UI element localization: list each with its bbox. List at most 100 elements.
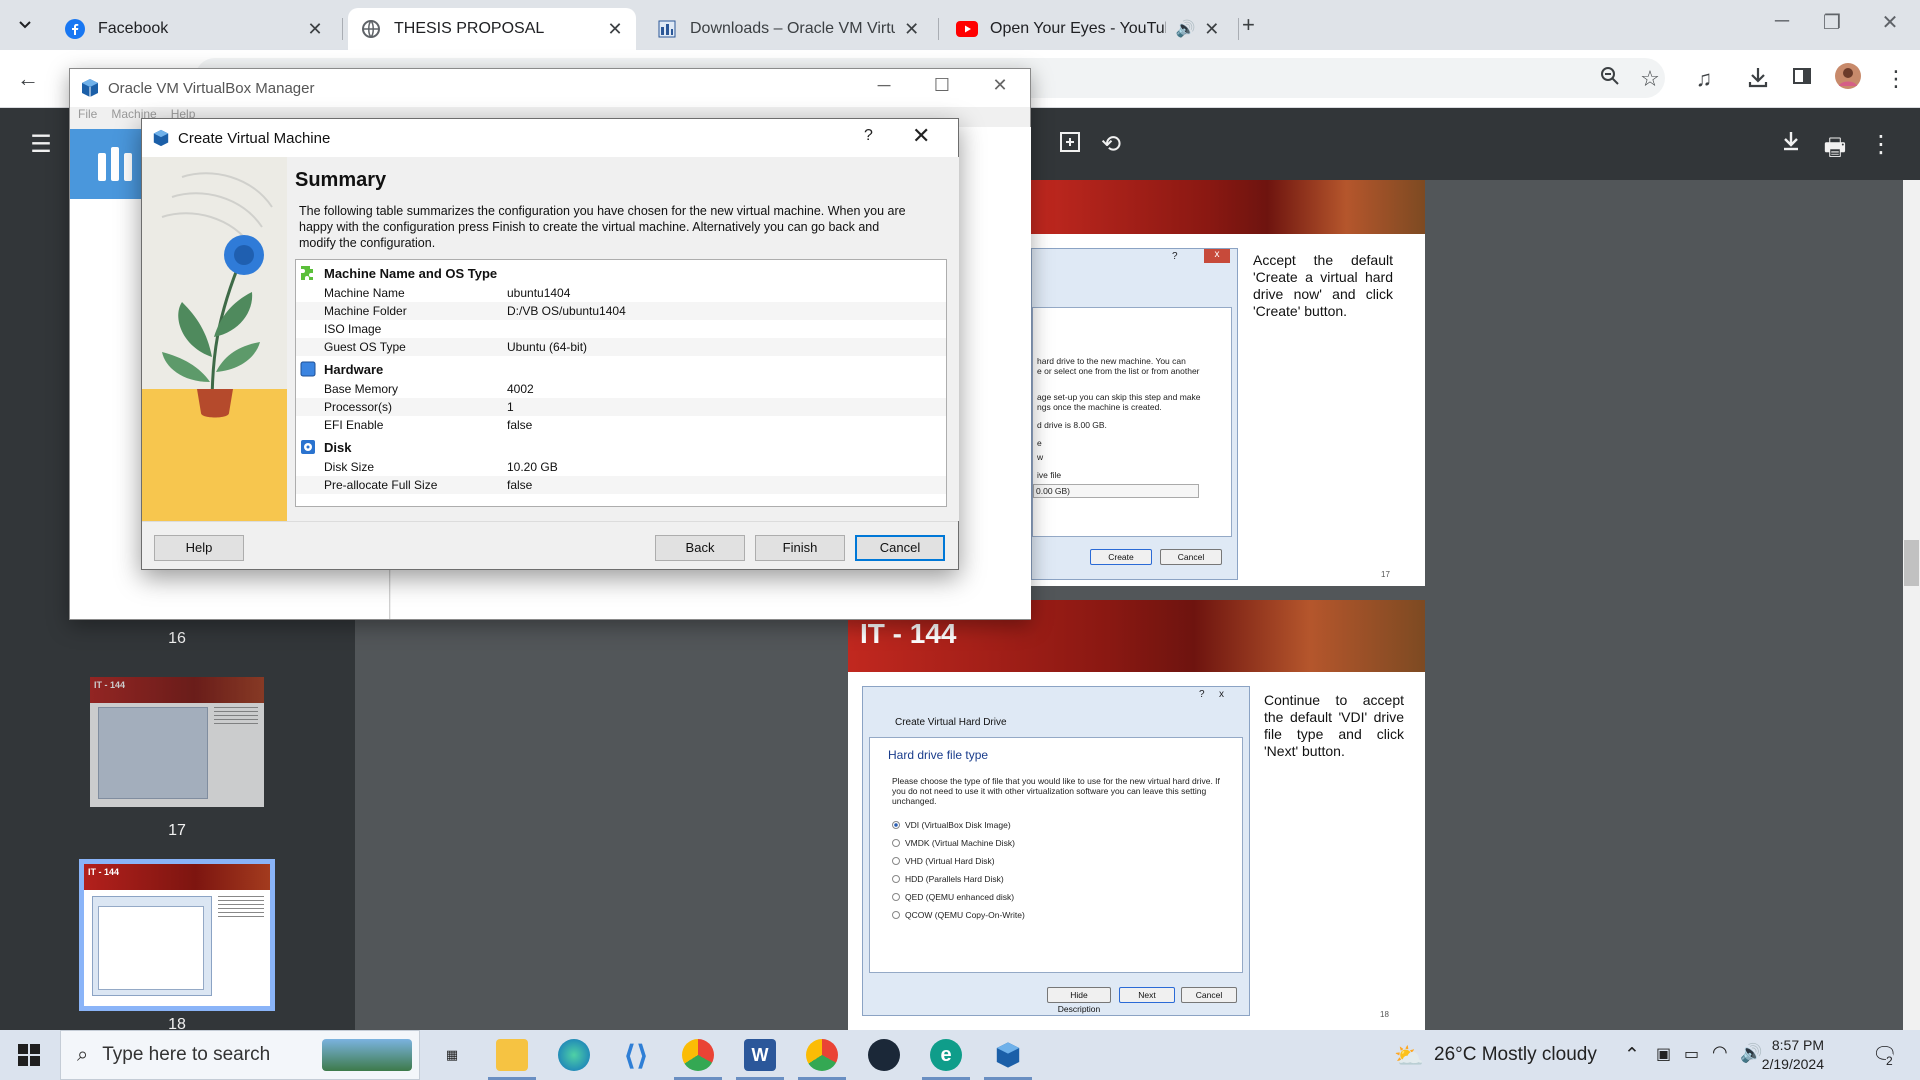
- virtualbox-taskbar-icon[interactable]: [984, 1039, 1032, 1080]
- close-icon: x: [1204, 249, 1230, 263]
- shot-dropdown: 0.00 GB): [1033, 484, 1199, 498]
- tab-divider: [1238, 18, 1239, 40]
- wifi-icon[interactable]: ◠: [1712, 1042, 1728, 1063]
- radio-icon: [892, 875, 900, 883]
- section-header-hardware: Hardware: [296, 358, 946, 380]
- help-button[interactable]: Help: [154, 535, 244, 561]
- shot-line: d drive is 8.00 GB.: [1037, 420, 1107, 430]
- radio-icon: [892, 839, 900, 847]
- back-button[interactable]: Back: [655, 535, 745, 561]
- finish-button[interactable]: Finish: [755, 535, 845, 561]
- close-tab-icon[interactable]: ✕: [306, 19, 324, 40]
- shot-radio-option: VDI (VirtualBox Disk Image): [892, 820, 1011, 830]
- shot-radio-option: QCOW (QEMU Copy-On-Write): [892, 910, 1025, 920]
- steam-icon[interactable]: [868, 1039, 900, 1071]
- vscode-icon[interactable]: ⟨⟩: [620, 1039, 652, 1071]
- chevron-up-icon[interactable]: ⌃: [1624, 1044, 1640, 1067]
- shot-line: e: [1037, 438, 1042, 448]
- word-icon[interactable]: W: [736, 1039, 784, 1080]
- puzzle-icon: [301, 266, 313, 280]
- file-explorer-icon[interactable]: [488, 1039, 536, 1080]
- pdf-download-icon[interactable]: [1776, 130, 1806, 159]
- tab-downloads[interactable]: Downloads – Oracle VM Virtual ✕: [644, 8, 932, 50]
- wizard-illustration: [142, 157, 287, 521]
- thumbnail-page-18[interactable]: IT - 144: [79, 859, 275, 1011]
- windows-start-icon[interactable]: [18, 1044, 40, 1066]
- cancel-button[interactable]: Cancel: [855, 535, 945, 561]
- bookmark-star-icon[interactable]: ☆: [1636, 66, 1664, 92]
- system-clock[interactable]: 8:57 PM 2/19/2024: [1760, 1036, 1824, 1074]
- pdf-scrollbar-thumb[interactable]: [1904, 540, 1919, 586]
- dialog-button-bar: Help Back Finish Cancel: [142, 521, 958, 569]
- shot-dropdown-value: 0.00 GB): [1036, 486, 1071, 496]
- thumbnail-page-number: 17: [168, 822, 186, 839]
- tab-youtube[interactable]: Open Your Eyes - YouTube 🔊 ✕: [944, 8, 1232, 50]
- browser-tab-strip: Facebook ✕ THESIS PROPOSAL ✕ Downloads –…: [0, 0, 1920, 50]
- page-number: 17: [1381, 570, 1390, 579]
- page-instruction: Continue to accept the default 'VDI' dri…: [1264, 692, 1404, 759]
- pdf-page-18: IT - 144 ? x Create Virtual Hard Drive H…: [848, 600, 1425, 1030]
- fit-page-icon[interactable]: [1055, 130, 1085, 161]
- chrome-icon[interactable]: [674, 1039, 722, 1080]
- page-screenshot: ? x hard drive to the new machine. You c…: [1031, 248, 1238, 580]
- side-panel-icon[interactable]: [1788, 66, 1816, 92]
- page-instruction: Accept the default 'Create a virtual har…: [1253, 252, 1393, 319]
- close-tab-icon[interactable]: ✕: [1204, 19, 1220, 40]
- battery-icon[interactable]: ▭: [1684, 1044, 1699, 1064]
- speaker-icon[interactable]: 🔊: [1176, 19, 1196, 39]
- rotate-icon[interactable]: ⟲: [1096, 130, 1126, 159]
- banner-title: IT - 144: [860, 618, 957, 649]
- print-icon[interactable]: 🖶: [1820, 130, 1850, 171]
- notifications-button[interactable]: 🗨 2: [1872, 1042, 1902, 1068]
- pdf-more-icon[interactable]: ⋮: [1866, 130, 1896, 159]
- chrome-profile-icon[interactable]: [798, 1039, 846, 1080]
- profile-avatar[interactable]: [1834, 63, 1862, 95]
- menu-file[interactable]: File: [78, 107, 97, 127]
- summary-row: Machine Name ubuntu1404: [324, 286, 571, 300]
- back-arrow-icon[interactable]: ←: [14, 66, 42, 92]
- chevron-down-icon: [19, 21, 31, 29]
- media-control-icon[interactable]: ♫: [1690, 66, 1718, 92]
- help-icon: ?: [1172, 251, 1178, 262]
- minimize-icon[interactable]: ─: [864, 75, 904, 96]
- context-help-button[interactable]: ?: [864, 127, 873, 145]
- shot-radio-option: VHD (Virtual Hard Disk): [892, 856, 995, 866]
- tab-facebook[interactable]: Facebook ✕: [52, 8, 336, 50]
- shot-line: e or select one from the list or from an…: [1037, 366, 1200, 376]
- summary-row: Processor(s) 1: [296, 398, 946, 416]
- disk-icon: [301, 440, 315, 454]
- clock-time: 8:57 PM: [1771, 1037, 1824, 1053]
- search-highlight-illustration[interactable]: [322, 1039, 412, 1071]
- restore-icon[interactable]: ❐: [1812, 10, 1852, 35]
- edge-icon[interactable]: [558, 1039, 590, 1071]
- downloads-icon[interactable]: [1744, 66, 1772, 94]
- new-tab-button[interactable]: +: [1242, 12, 1255, 38]
- summary-row: Base Memory 4002: [324, 382, 534, 396]
- wizard-content: Summary The following table summarizes t…: [287, 157, 959, 521]
- weather-cloud-icon[interactable]: ⛅: [1394, 1042, 1424, 1071]
- meet-now-icon[interactable]: ▣: [1656, 1044, 1671, 1064]
- weather-text[interactable]: 26°C Mostly cloudy: [1434, 1044, 1597, 1066]
- e-app-icon[interactable]: e: [922, 1039, 970, 1080]
- shot-next-button: Next: [1119, 987, 1175, 1003]
- maximize-icon[interactable]: ☐: [922, 75, 962, 96]
- thumbnail-page-17[interactable]: IT - 144: [90, 677, 264, 807]
- hamburger-menu-icon[interactable]: ☰: [26, 130, 56, 159]
- shot-line: age set-up you can skip this step and ma…: [1037, 392, 1201, 402]
- flower-pot-illustration: [142, 157, 287, 521]
- tab-search-button[interactable]: [8, 10, 42, 40]
- pdf-scrollbar[interactable]: [1903, 180, 1920, 1030]
- minimize-icon[interactable]: ─: [1762, 10, 1802, 33]
- tab-thesis-proposal[interactable]: THESIS PROPOSAL ✕: [348, 8, 636, 50]
- close-window-icon[interactable]: ✕: [980, 75, 1020, 96]
- close-window-icon[interactable]: ✕: [1870, 10, 1910, 35]
- dialog-close-icon[interactable]: ✕: [912, 123, 930, 149]
- browser-menu-icon[interactable]: ⋮: [1882, 66, 1910, 92]
- dialog-titlebar: Create Virtual Machine: [142, 119, 958, 157]
- word-doc-icon: [656, 18, 678, 40]
- zoom-icon[interactable]: [1596, 66, 1624, 92]
- task-view-icon[interactable]: ▦: [436, 1039, 468, 1071]
- close-tab-icon[interactable]: ✕: [903, 19, 920, 40]
- shot-dialog-title: Create Virtual Hard Drive: [895, 717, 1007, 728]
- close-tab-icon[interactable]: ✕: [606, 19, 624, 40]
